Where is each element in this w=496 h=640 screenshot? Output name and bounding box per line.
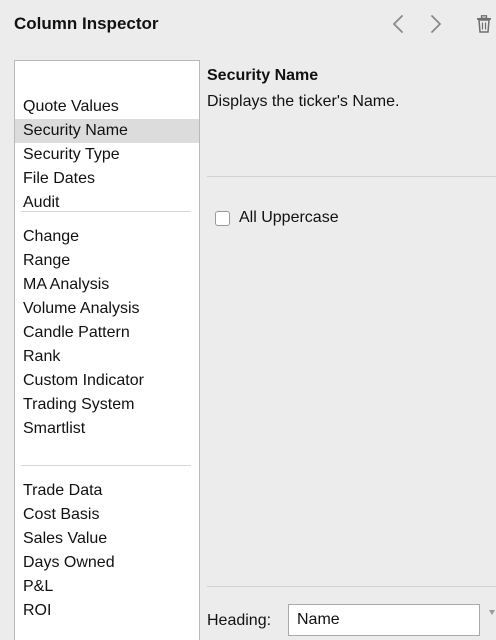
list-item[interactable]: Cost Basis [15, 503, 199, 527]
list-item[interactable]: Volume Analysis [15, 297, 199, 321]
dropdown-arrow-icon[interactable] [488, 608, 496, 618]
chevron-left-icon [393, 15, 403, 33]
list-item[interactable]: Candle Pattern [15, 321, 199, 345]
heading-label: Heading: [207, 612, 272, 629]
all-uppercase-checkbox[interactable] [215, 210, 230, 226]
list-item[interactable]: MA Analysis [15, 273, 199, 297]
list-item[interactable]: P&L [15, 575, 199, 599]
list-separator [21, 465, 191, 466]
list-item[interactable]: Quote Values [15, 95, 199, 119]
delete-button[interactable] [474, 10, 494, 38]
list-item[interactable]: Range [15, 249, 199, 273]
list-item[interactable]: Change [15, 225, 199, 249]
list-item[interactable]: Security Type [15, 143, 199, 167]
list-item[interactable]: Sales Value [15, 527, 199, 551]
list-item[interactable]: File Dates [15, 167, 199, 191]
list-item[interactable]: Trading System [15, 393, 199, 417]
list-item[interactable]: Custom Indicator [15, 369, 199, 393]
forward-button[interactable] [424, 10, 448, 38]
trash-icon [477, 15, 491, 33]
list-item[interactable]: Smartlist [15, 417, 199, 441]
detail-description: Displays the ticker's Name. [207, 93, 400, 110]
list-item-selected[interactable]: Security Name [15, 119, 199, 143]
list-item[interactable]: ROI [15, 599, 199, 623]
all-uppercase-label: All Uppercase [239, 209, 339, 226]
inspector-header: Column Inspector [0, 0, 496, 50]
list-item[interactable]: Trade Data [15, 479, 199, 503]
list-separator [21, 211, 191, 212]
detail-divider [207, 176, 496, 177]
chevron-right-icon [431, 15, 441, 33]
inspector-title: Column Inspector [14, 14, 159, 33]
footer-divider [207, 586, 496, 587]
detail-title: Security Name [207, 67, 319, 84]
list-item[interactable]: Days Owned [15, 551, 199, 575]
all-uppercase-option[interactable]: All Uppercase [215, 207, 339, 229]
list-item[interactable]: Rank [15, 345, 199, 369]
back-button[interactable] [386, 10, 410, 38]
heading-input[interactable] [288, 604, 480, 636]
category-list: Quote Values Security Name Security Type… [14, 60, 200, 640]
